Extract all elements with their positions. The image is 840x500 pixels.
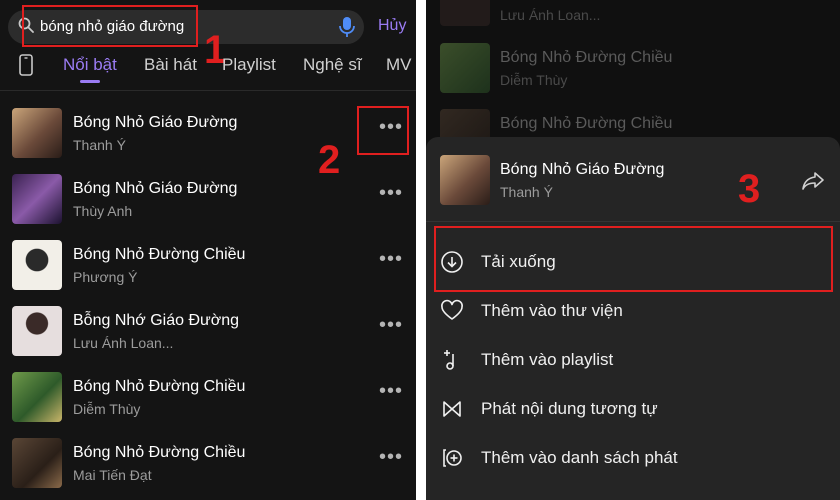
tabs-divider xyxy=(0,90,416,91)
song-title: Bóng Nhỏ Giáo Đường xyxy=(73,114,238,131)
menu-item-label: Thêm vào playlist xyxy=(481,350,614,369)
song-artist: Diễm Thùy xyxy=(73,401,141,417)
song-row[interactable]: Bóng Nhỏ Giáo Đường Thùy Anh ••• xyxy=(0,167,416,233)
song-title: Bóng Nhỏ Đường Chiều xyxy=(73,444,246,461)
song-artist: Thùy Anh xyxy=(73,203,133,219)
annotation-number-3: 3 xyxy=(738,167,761,211)
song-title: Bóng Nhỏ Giáo Đường xyxy=(73,180,238,197)
album-thumbnail xyxy=(12,438,62,488)
options-bottom-sheet: Bóng Nhỏ Giáo Đường Thanh Ý Tải xuống Th… xyxy=(426,137,840,500)
menu-item-add-to-queue[interactable]: Thêm vào danh sách phát xyxy=(426,434,840,482)
song-row[interactable]: Bóng Nhỏ Đường Chiều Mai Tiến Đạt ••• xyxy=(0,431,416,497)
song-title: Bóng Nhỏ Đường Chiều xyxy=(500,115,673,132)
annotation-box-search xyxy=(22,5,198,47)
song-artist: Phương Ý xyxy=(73,269,138,285)
album-thumbnail xyxy=(440,43,490,93)
album-thumbnail xyxy=(12,108,62,158)
album-thumbnail xyxy=(12,306,62,356)
annotation-box-download xyxy=(434,226,833,292)
similar-content-icon xyxy=(443,401,461,417)
menu-item-label: Phát nội dung tương tự xyxy=(481,399,658,418)
menu-item-play-similar[interactable]: Phát nội dung tương tự xyxy=(426,385,840,433)
add-to-playlist-icon xyxy=(444,350,454,370)
song-title: Bóng Nhỏ Đường Chiều xyxy=(500,49,673,66)
menu-item-label: Thêm vào danh sách phát xyxy=(481,448,678,467)
search-results-screen: bóng nhỏ giáo đường Hủy 1 Nổi bật Bài há… xyxy=(0,0,416,500)
album-thumbnail xyxy=(12,174,62,224)
album-thumbnail xyxy=(12,240,62,290)
album-thumbnail xyxy=(440,0,490,26)
annotation-box-more xyxy=(357,106,409,155)
more-options-icon[interactable]: ••• xyxy=(378,381,404,401)
tab-mv[interactable]: MV xyxy=(386,55,412,75)
song-options-screen: Lưu Ánh Loan... Bóng Nhỏ Đường Chiều Diễ… xyxy=(426,0,840,500)
song-title: Bỗng Nhớ Giáo Đường xyxy=(73,312,239,329)
sheet-song-artist: Thanh Ý xyxy=(500,184,553,200)
active-tab-indicator xyxy=(80,80,100,83)
heart-icon xyxy=(441,299,463,320)
sheet-song-title: Bóng Nhỏ Giáo Đường xyxy=(500,161,665,178)
song-artist: Thanh Ý xyxy=(73,137,126,153)
menu-item-add-to-playlist[interactable]: Thêm vào playlist xyxy=(426,336,840,384)
menu-item-add-to-library[interactable]: Thêm vào thư viện xyxy=(426,287,840,335)
menu-item-label: Thêm vào thư viện xyxy=(481,301,623,320)
song-artist: Diễm Thùy xyxy=(500,72,568,88)
more-options-icon[interactable]: ••• xyxy=(378,249,404,269)
song-row[interactable]: Bóng Nhỏ Đường Chiều Phương Ý ••• xyxy=(0,233,416,299)
more-options-icon[interactable]: ••• xyxy=(378,447,404,467)
tab-artists[interactable]: Nghệ sĩ xyxy=(303,55,362,75)
song-title: Bóng Nhỏ Đường Chiều xyxy=(73,246,246,263)
tab-songs[interactable]: Bài hát xyxy=(144,55,197,75)
album-thumbnail xyxy=(12,372,62,422)
device-icon[interactable] xyxy=(18,54,34,76)
cancel-button[interactable]: Hủy xyxy=(378,17,406,35)
share-icon[interactable] xyxy=(802,171,824,191)
song-row[interactable]: Bỗng Nhớ Giáo Đường Lưu Ánh Loan... ••• xyxy=(0,299,416,365)
tab-featured[interactable]: Nổi bật xyxy=(63,55,117,75)
panel-gap xyxy=(416,0,426,500)
background-list-item: Bóng Nhỏ Đường Chiều Diễm Thùy xyxy=(426,40,840,100)
more-options-icon[interactable]: ••• xyxy=(378,315,404,335)
queue-add-icon xyxy=(443,449,462,467)
microphone-icon[interactable] xyxy=(338,16,356,38)
song-row[interactable]: Bóng Nhỏ Giáo Đường Thanh Ý ••• xyxy=(0,101,416,167)
more-options-icon[interactable]: ••• xyxy=(378,183,404,203)
annotation-number-2: 2 xyxy=(318,138,341,182)
song-artist: Mai Tiến Đạt xyxy=(73,467,152,483)
tab-playlist[interactable]: Playlist xyxy=(222,55,276,75)
song-row[interactable]: Bóng Nhỏ Đường Chiều Diễm Thùy ••• xyxy=(0,365,416,431)
sheet-divider xyxy=(426,221,840,222)
song-artist: Lưu Ánh Loan... xyxy=(73,335,174,351)
song-title: Bóng Nhỏ Đường Chiều xyxy=(73,378,246,395)
song-artist: Lưu Ánh Loan... xyxy=(500,7,601,23)
album-thumbnail xyxy=(440,155,490,205)
